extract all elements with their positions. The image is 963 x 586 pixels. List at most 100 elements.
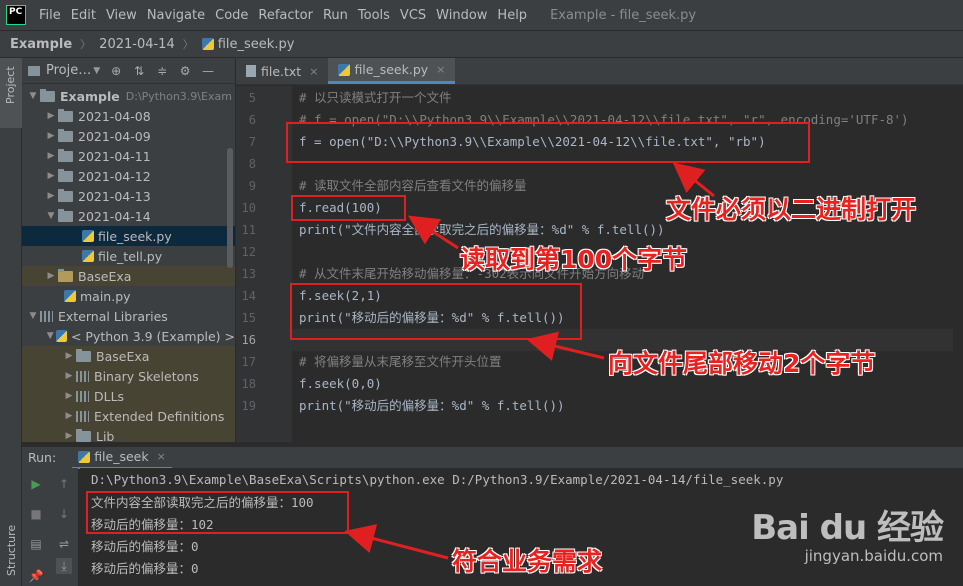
- tree-item-binary-skeletons[interactable]: ▶ Binary Skeletons: [22, 366, 235, 386]
- layout-icon[interactable]: ▤: [28, 536, 44, 552]
- chevron-right-icon[interactable]: ▶: [44, 151, 58, 161]
- chevron-right-icon[interactable]: ▶: [62, 351, 76, 361]
- code-line-19: print("移动后的偏移量：%d" % f.tell()): [299, 398, 565, 413]
- tree-label: file_seek.py: [98, 228, 172, 244]
- line-number: 9: [248, 179, 256, 193]
- hide-icon[interactable]: —: [201, 64, 215, 78]
- tree-item-file-seek[interactable]: file_seek.py: [22, 226, 235, 246]
- close-icon[interactable]: ×: [436, 63, 445, 76]
- python-file-icon: [201, 38, 214, 50]
- line-number: 12: [241, 245, 256, 259]
- tree-item-extended-definitions[interactable]: ▶ Extended Definitions: [22, 406, 235, 426]
- expand-all-icon[interactable]: ⇅: [132, 64, 146, 78]
- tree-item-2021-04-11[interactable]: ▶ 2021-04-11: [22, 146, 235, 166]
- menu-file[interactable]: File: [34, 8, 66, 23]
- line-number: 14: [241, 289, 256, 303]
- window-title: Example - file_seek.py: [550, 7, 697, 23]
- menu-window[interactable]: Window: [431, 8, 492, 23]
- tree-label: 2021-04-12: [78, 168, 151, 184]
- arrow-up-icon[interactable]: ↑: [56, 476, 72, 492]
- console-line: 移动后的偏移量：0: [91, 561, 199, 576]
- chevron-right-icon[interactable]: ▶: [44, 171, 58, 181]
- tree-item-main[interactable]: main.py: [22, 286, 235, 306]
- tree-item-2021-04-14[interactable]: ▼ 2021-04-14: [22, 206, 235, 226]
- breadcrumb: Example 〉 2021-04-14 〉 file_seek.py: [0, 30, 963, 58]
- line-number: 17: [241, 355, 256, 369]
- tab-file-seek[interactable]: file_seek.py ×: [328, 58, 456, 84]
- menu-help[interactable]: Help: [492, 8, 532, 23]
- close-icon[interactable]: ×: [309, 65, 318, 78]
- editor-scrollbar[interactable]: [953, 86, 963, 442]
- soft-wrap-icon[interactable]: ⇌: [56, 536, 72, 552]
- tree-item-lib[interactable]: ▶ Lib: [22, 426, 235, 442]
- project-tool-label[interactable]: Project: [4, 66, 17, 104]
- folder-icon: [28, 65, 40, 76]
- breadcrumb-project[interactable]: Example: [10, 37, 72, 52]
- menu-vcs[interactable]: VCS: [395, 8, 431, 23]
- tree-item-dlls[interactable]: ▶ DLLs: [22, 386, 235, 406]
- menu-tools[interactable]: Tools: [353, 8, 395, 23]
- menu-run[interactable]: Run: [318, 8, 353, 23]
- tree-item-external-libraries[interactable]: ▼ External Libraries: [22, 306, 235, 326]
- pin-icon[interactable]: 📌: [28, 568, 44, 584]
- menu-navigate[interactable]: Navigate: [142, 8, 210, 23]
- scroll-to-end-icon[interactable]: ⤓: [56, 558, 72, 574]
- chevron-right-icon[interactable]: ▶: [44, 111, 58, 121]
- tree-item-2021-04-08[interactable]: ▶ 2021-04-08: [22, 106, 235, 126]
- line-number: 11: [241, 223, 256, 237]
- chevron-down-icon[interactable]: ▼: [26, 91, 40, 101]
- chevron-right-icon[interactable]: ▶: [44, 191, 58, 201]
- run-tab-file-seek[interactable]: file_seek ×: [72, 447, 172, 469]
- project-panel: Proje… ▼ ⊕ ⇅ ≑ ⚙ — ▼ Example D:\Python3.9\…: [22, 58, 235, 442]
- chevron-right-icon[interactable]: ▶: [44, 131, 58, 141]
- locate-icon[interactable]: ⊕: [109, 64, 123, 78]
- tree-item-example[interactable]: ▼ Example D:\Python3.9\Exam: [22, 86, 235, 106]
- project-view-selector[interactable]: Proje…: [46, 63, 91, 78]
- rerun-icon[interactable]: ▶: [28, 476, 44, 492]
- tab-label: file.txt: [261, 63, 302, 79]
- tree-item-python-sdk[interactable]: ▼ < Python 3.9 (Example) >: [22, 326, 235, 346]
- tab-file-txt[interactable]: file.txt ×: [236, 58, 328, 84]
- tree-item-2021-04-13[interactable]: ▶ 2021-04-13: [22, 186, 235, 206]
- annotation-binary: 文件必须以二进制打开: [666, 195, 917, 224]
- annotation-box-read: [291, 195, 406, 221]
- chevron-right-icon[interactable]: ▶: [62, 391, 76, 401]
- arrow-down-icon[interactable]: ↓: [56, 506, 72, 522]
- tree-label: 2021-04-14: [78, 208, 151, 224]
- structure-tool-label[interactable]: Structure: [5, 525, 18, 576]
- baidu-url: jingyan.baidu.com: [804, 547, 943, 565]
- line-number: 16: [241, 333, 256, 347]
- code-line-17: # 将偏移量从末尾移至文件开头位置: [299, 354, 502, 369]
- menu-refactor[interactable]: Refactor: [253, 8, 318, 23]
- tree-item-baseexa-lib[interactable]: ▶ BaseExa: [22, 346, 235, 366]
- menu-code[interactable]: Code: [210, 8, 253, 23]
- menu-edit[interactable]: Edit: [66, 8, 101, 23]
- collapse-all-icon[interactable]: ≑: [155, 64, 169, 78]
- gear-icon[interactable]: ⚙: [178, 64, 192, 78]
- tree-item-2021-04-12[interactable]: ▶ 2021-04-12: [22, 166, 235, 186]
- chevron-right-icon[interactable]: ▶: [62, 371, 76, 381]
- annotation-box-output: [86, 491, 349, 534]
- chevron-down-icon[interactable]: ▼: [26, 311, 40, 321]
- close-icon[interactable]: ×: [157, 450, 166, 463]
- tree-item-2021-04-09[interactable]: ▶ 2021-04-09: [22, 126, 235, 146]
- tree-item-file-tell[interactable]: file_tell.py: [22, 246, 235, 266]
- stop-icon[interactable]: ■: [28, 506, 44, 522]
- library-icon: [76, 410, 89, 422]
- run-tab-label: file_seek: [94, 449, 149, 464]
- tree-item-baseexa[interactable]: ▶ BaseExa: [22, 266, 235, 286]
- breadcrumb-file[interactable]: file_seek.py: [218, 37, 295, 52]
- folder-icon: [58, 128, 73, 142]
- python-file-icon: [82, 230, 94, 242]
- breadcrumb-folder[interactable]: 2021-04-14: [99, 37, 175, 52]
- folder-icon: [58, 108, 73, 122]
- chevron-down-icon[interactable]: ▼: [93, 66, 100, 76]
- chevron-right-icon[interactable]: ▶: [62, 431, 76, 441]
- tree-label: main.py: [80, 288, 131, 304]
- chevron-down-icon[interactable]: ▼: [44, 211, 58, 221]
- chevron-right-icon[interactable]: ▶: [62, 411, 76, 421]
- chevron-down-icon[interactable]: ▼: [44, 331, 56, 341]
- menu-view[interactable]: View: [101, 8, 142, 23]
- project-scrollbar[interactable]: [227, 148, 233, 268]
- chevron-right-icon[interactable]: ▶: [44, 271, 58, 281]
